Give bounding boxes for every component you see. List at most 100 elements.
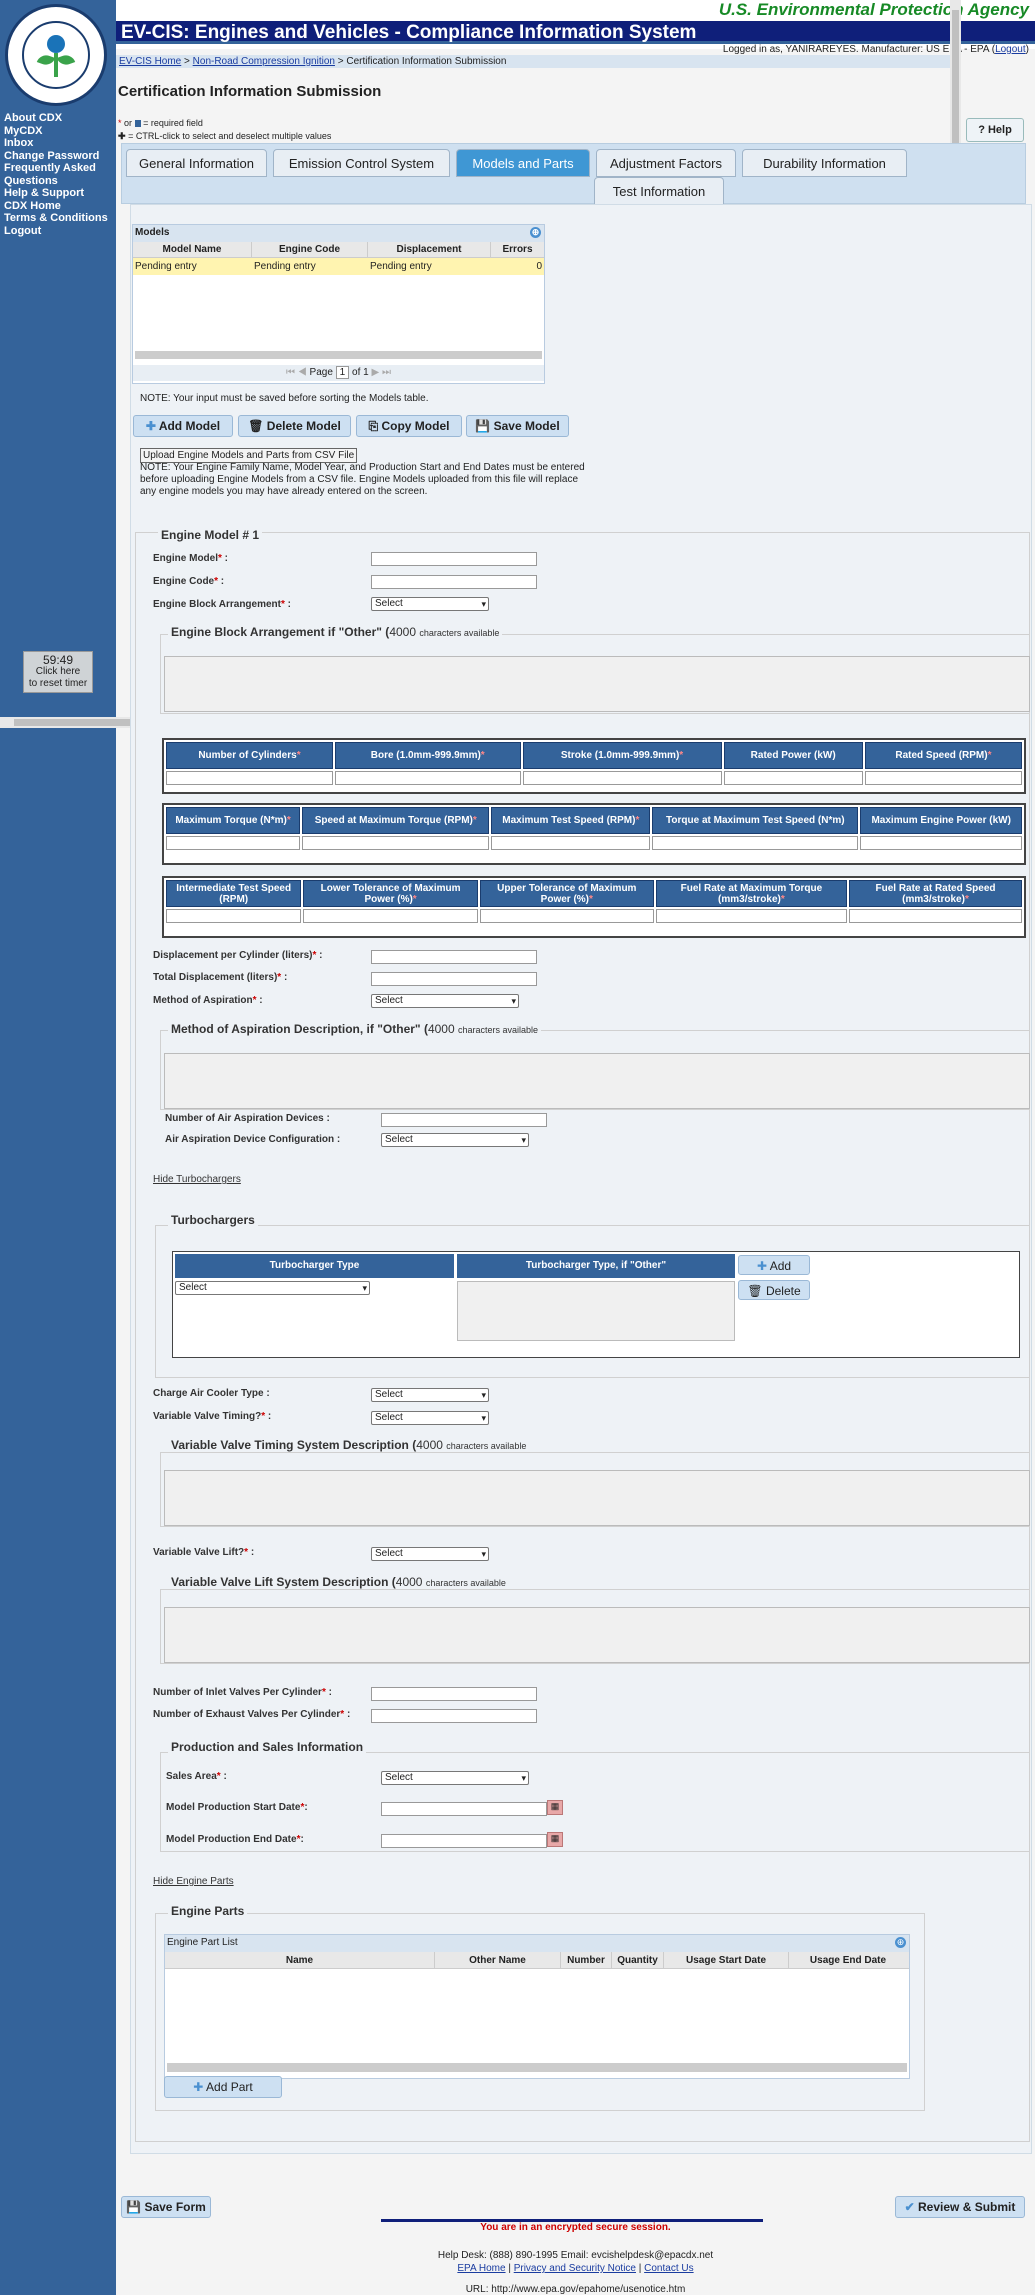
col-errors[interactable]: Errors: [491, 242, 544, 257]
session-timer-button[interactable]: 59:49 Click here to reset timer: [23, 651, 93, 693]
col-rated-speed: Rated Speed (RPM)*: [864, 742, 1022, 769]
privacy-link[interactable]: Privacy and Security Notice: [514, 2263, 636, 2274]
col-other-name[interactable]: Other Name: [435, 1952, 561, 1968]
lower-tolerance-input[interactable]: [303, 909, 478, 923]
delete-model-button[interactable]: 🗑 Delete Model: [238, 415, 351, 437]
rated-power-input[interactable]: [723, 771, 863, 785]
aspiration-select[interactable]: Select: [371, 994, 519, 1008]
col-model-name[interactable]: Model Name: [133, 242, 252, 257]
save-form-button[interactable]: 💾 Save Form: [121, 2196, 211, 2218]
delete-turbo-button[interactable]: 🗑 Delete: [738, 1280, 810, 1300]
parts-hscroll[interactable]: [167, 2063, 907, 2072]
end-date-input[interactable]: [381, 1834, 547, 1848]
aspiration-other-legend: Method of Aspiration Description, if "Ot…: [168, 1022, 542, 1036]
page-input[interactable]: 1: [335, 366, 350, 379]
intermediate-test-speed-input[interactable]: [166, 909, 302, 923]
vvt-select[interactable]: Select: [371, 1411, 489, 1425]
breadcrumb-home[interactable]: EV-CIS Home: [119, 56, 181, 67]
calendar-icon[interactable]: ▦: [547, 1800, 563, 1815]
col-name[interactable]: Name: [165, 1952, 435, 1968]
total-disp-input[interactable]: [371, 972, 537, 986]
start-date-input[interactable]: [381, 1802, 547, 1816]
turbo-other-textarea[interactable]: [457, 1281, 735, 1341]
review-submit-button[interactable]: ✔ Review & Submit: [895, 2196, 1025, 2218]
block-arrangement-select[interactable]: Select: [371, 597, 489, 611]
sidebar-item-terms[interactable]: Terms & Conditions: [4, 212, 116, 225]
vvl-select[interactable]: Select: [371, 1547, 489, 1561]
block-other-textarea[interactable]: [164, 656, 1030, 712]
engine-model-input[interactable]: [371, 552, 537, 566]
sidebar-item-cdx-home[interactable]: CDX Home: [4, 200, 116, 213]
cell: Pending entry: [370, 261, 432, 272]
add-model-button[interactable]: ✚ Add Model: [133, 415, 233, 437]
tab-test-information[interactable]: Test Information: [594, 177, 724, 205]
col-quantity[interactable]: Quantity: [612, 1952, 664, 1968]
grid-hscroll[interactable]: [135, 351, 542, 359]
sidebar-item-mycdx[interactable]: MyCDX: [4, 125, 116, 138]
exhaust-valves-label: Number of Exhaust Valves Per Cylinder* :: [153, 1709, 351, 1720]
sidebar-item-change-password[interactable]: Change Password: [4, 150, 116, 163]
max-test-speed-input[interactable]: [491, 836, 651, 850]
upper-tolerance-input[interactable]: [479, 909, 654, 923]
vvt-desc-textarea[interactable]: [164, 1470, 1030, 1526]
epa-seal-logo: [5, 4, 107, 106]
add-part-button[interactable]: ✚ Add Part: [164, 2076, 282, 2098]
tab-durability-information[interactable]: Durability Information: [742, 149, 907, 177]
aspiration-other-textarea[interactable]: [164, 1053, 1030, 1109]
num-air-input[interactable]: [381, 1113, 547, 1127]
url-text: URL: http://www.epa.gov/epahome/usenotic…: [465, 2284, 686, 2295]
collapse-icon[interactable]: ⊕: [530, 227, 541, 238]
sales-area-select[interactable]: Select: [381, 1771, 529, 1785]
contact-link[interactable]: Contact Us: [644, 2263, 693, 2274]
col-engine-code[interactable]: Engine Code: [252, 242, 368, 257]
sort-note: NOTE: Your input must be saved before so…: [140, 393, 429, 404]
air-config-select[interactable]: Select: [381, 1133, 529, 1147]
engine-model-legend: Engine Model # 1: [158, 528, 263, 542]
stroke-input[interactable]: [522, 771, 722, 785]
turbo-type-select[interactable]: Select: [175, 1281, 370, 1295]
save-model-button[interactable]: 💾 Save Model: [466, 415, 569, 437]
epa-home-link[interactable]: EPA Home: [457, 2263, 505, 2274]
table-row[interactable]: Pending entry Pending entry Pending entr…: [133, 258, 544, 275]
air-config-label: Air Aspiration Device Configuration :: [165, 1134, 341, 1145]
tab-emission-control-system[interactable]: Emission Control System: [273, 149, 450, 177]
models-grid: Models ⊕ Model Name Engine Code Displacem…: [132, 224, 545, 384]
copy-model-button[interactable]: ⎘ Copy Model: [356, 415, 462, 437]
engine-code-input[interactable]: [371, 575, 537, 589]
fuel-rate-torque-input[interactable]: [655, 909, 847, 923]
charge-air-select[interactable]: Select: [371, 1388, 489, 1402]
collapse-icon[interactable]: ⊕: [895, 1937, 906, 1948]
max-engine-power-input[interactable]: [860, 836, 1022, 850]
col-number[interactable]: Number: [561, 1952, 612, 1968]
breadcrumb-nrci[interactable]: Non-Road Compression Ignition: [193, 56, 335, 67]
logout-link[interactable]: Logout: [995, 44, 1026, 55]
help-button[interactable]: ? Help: [966, 118, 1024, 142]
exhaust-valves-input[interactable]: [371, 1709, 537, 1723]
rated-speed-input[interactable]: [864, 771, 1022, 785]
torque-max-test-speed-input[interactable]: [652, 836, 859, 850]
sidebar-item-faq[interactable]: Frequently Asked Questions: [4, 162, 116, 187]
upload-csv-button[interactable]: Upload Engine Models and Parts from CSV …: [140, 448, 358, 463]
tab-general-information[interactable]: General Information: [126, 149, 267, 177]
vvl-desc-textarea[interactable]: [164, 1607, 1030, 1663]
tab-adjustment-factors[interactable]: Adjustment Factors: [596, 149, 736, 177]
sidebar-item-help[interactable]: Help & Support: [4, 187, 116, 200]
sidebar-item-logout[interactable]: Logout: [4, 225, 116, 238]
col-usage-start[interactable]: Usage Start Date: [664, 1952, 789, 1968]
hide-turbochargers-link[interactable]: Hide Turbochargers: [153, 1174, 241, 1185]
calendar-icon[interactable]: ▦: [547, 1832, 563, 1847]
hide-engine-parts-link[interactable]: Hide Engine Parts: [153, 1876, 234, 1887]
sidebar-item-about-cdx[interactable]: About CDX: [4, 112, 116, 125]
bore-input[interactable]: [334, 771, 521, 785]
col-displacement[interactable]: Displacement: [368, 242, 491, 257]
add-turbo-button[interactable]: ✚ Add: [738, 1255, 810, 1275]
max-torque-input[interactable]: [166, 836, 301, 850]
speed-max-torque-input[interactable]: [302, 836, 490, 850]
disp-per-cyl-input[interactable]: [371, 950, 537, 964]
cylinders-input[interactable]: [166, 771, 333, 785]
inlet-valves-input[interactable]: [371, 1687, 537, 1701]
tab-models-and-parts[interactable]: Models and Parts: [456, 149, 590, 177]
col-usage-end[interactable]: Usage End Date: [789, 1952, 907, 1968]
sidebar-item-inbox[interactable]: Inbox: [4, 137, 116, 150]
fuel-rate-rated-input[interactable]: [849, 909, 1022, 923]
